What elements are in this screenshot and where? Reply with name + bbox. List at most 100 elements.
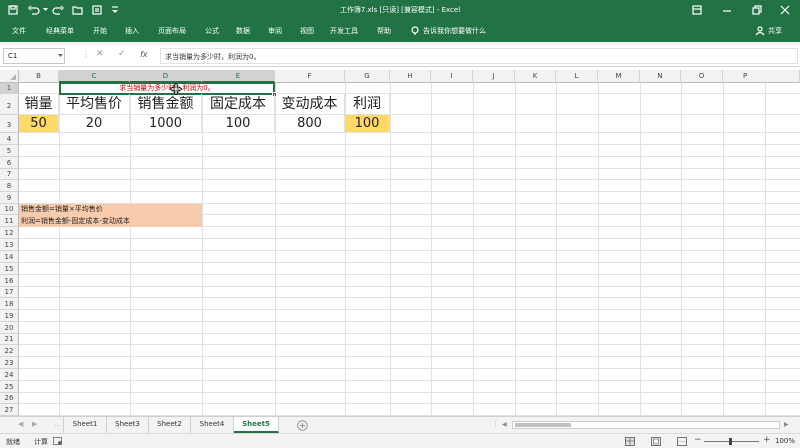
name-box-dropdown-icon[interactable] [58, 54, 63, 58]
cell-C3[interactable]: 20 [59, 115, 130, 133]
column-header-N[interactable]: N [640, 70, 681, 83]
name-box[interactable]: C1 [3, 48, 65, 64]
column-header-B[interactable]: B [19, 70, 59, 83]
prev-sheet-icon[interactable]: ◀ [18, 420, 23, 428]
cell-E3[interactable]: 100 [202, 115, 275, 133]
column-header-F[interactable]: F [275, 70, 345, 83]
insert-function-icon[interactable]: fx [140, 50, 148, 59]
select-all-corner[interactable] [0, 70, 19, 83]
column-header-P[interactable]: P [723, 70, 800, 83]
customize-toolbar-icon[interactable] [111, 5, 119, 15]
minimize-icon[interactable] [722, 5, 732, 15]
next-sheet-icon[interactable]: ▶ [32, 420, 37, 428]
cell-G2[interactable]: 利润 [345, 94, 390, 115]
sheet-tab-sheet3[interactable]: Sheet3 [107, 417, 149, 433]
tab-formulas[interactable]: 公式 [205, 26, 219, 36]
row-header-16[interactable]: 16 [0, 275, 19, 287]
column-header-G[interactable]: G [345, 70, 390, 83]
row-header-17[interactable]: 17 [0, 287, 19, 298]
zoom-in-icon[interactable]: + [763, 435, 771, 445]
row-header-7[interactable]: 7 [0, 169, 19, 180]
row-header-24[interactable]: 24 [0, 369, 19, 381]
cell-D2[interactable]: 销售金额 [130, 94, 202, 115]
share-user-icon[interactable] [755, 26, 765, 36]
status-calculate[interactable]: 计算 [34, 437, 48, 447]
cell-E2[interactable]: 固定成本 [202, 94, 275, 115]
cell-G3[interactable]: 100 [345, 115, 390, 133]
row-header-8[interactable]: 8 [0, 180, 19, 192]
scroll-left-icon[interactable]: ◀ [502, 421, 507, 428]
cell-D3[interactable]: 1000 [130, 115, 202, 133]
tab-developer[interactable]: 开发工具 [330, 26, 358, 36]
row-header-5[interactable]: 5 [0, 145, 19, 157]
undo-icon[interactable] [28, 5, 40, 15]
column-header-J[interactable]: J [473, 70, 515, 83]
row-header-19[interactable]: 19 [0, 310, 19, 322]
column-header-O[interactable]: O [681, 70, 723, 83]
row-header-18[interactable]: 18 [0, 298, 19, 310]
row-header-21[interactable]: 21 [0, 334, 19, 345]
page-layout-view-icon[interactable] [651, 437, 661, 446]
scroll-right-icon[interactable]: ▶ [784, 421, 789, 428]
column-header-M[interactable]: M [598, 70, 640, 83]
row-header-26[interactable]: 26 [0, 393, 19, 404]
macro-record-icon[interactable] [53, 437, 63, 446]
row-header-1[interactable]: 1 [0, 83, 19, 94]
tab-help[interactable]: 帮助 [377, 26, 391, 36]
row-header-20[interactable]: 20 [0, 322, 19, 334]
row-header-27[interactable]: 27 [0, 404, 19, 416]
hscroll-split-icon[interactable]: ⋮ [492, 420, 499, 428]
sheet-tab-sheet2[interactable]: Sheet2 [149, 417, 191, 433]
ribbon-display-icon[interactable] [692, 5, 702, 15]
row-header-13[interactable]: 13 [0, 239, 19, 251]
cell-B3[interactable]: 50 [19, 115, 59, 133]
row-header-6[interactable]: 6 [0, 157, 19, 169]
restore-icon[interactable] [752, 5, 762, 15]
cell-C2[interactable]: 平均售价 [59, 94, 130, 115]
row-header-2[interactable]: 2 [0, 94, 19, 115]
tab-file[interactable]: 文件 [12, 26, 26, 36]
horizontal-scrollbar[interactable] [512, 421, 780, 429]
column-header-L[interactable]: L [556, 70, 598, 83]
enter-icon[interactable]: ✓ [118, 49, 126, 59]
cell-F3[interactable]: 800 [275, 115, 345, 133]
cell-F2[interactable]: 变动成本 [275, 94, 345, 115]
sheet-tab-sheet4[interactable]: Sheet4 [191, 417, 234, 433]
column-header-I[interactable]: I [431, 70, 473, 83]
row-header-10[interactable]: 10 [0, 204, 19, 215]
formula-input[interactable]: 求当销量为多少时，利润为0。 [160, 48, 798, 64]
tab-data[interactable]: 数据 [236, 26, 250, 36]
add-sheet-icon[interactable] [297, 420, 308, 431]
tab-review[interactable]: 审阅 [268, 26, 282, 36]
tab-home[interactable]: 开始 [93, 26, 107, 36]
open-folder-icon[interactable] [72, 5, 83, 15]
close-icon[interactable] [780, 5, 790, 15]
page-break-view-icon[interactable] [677, 437, 687, 446]
row-header-23[interactable]: 23 [0, 357, 19, 369]
cell-B2[interactable]: 销量 [19, 94, 59, 115]
row-header-14[interactable]: 14 [0, 251, 19, 263]
sheet-list-ellipsis-icon[interactable]: … [54, 420, 61, 428]
row-header-25[interactable]: 25 [0, 381, 19, 393]
zoom-slider-thumb[interactable] [729, 438, 732, 445]
row-header-11[interactable]: 11 [0, 215, 19, 227]
column-header-K[interactable]: K [515, 70, 556, 83]
zoom-slider[interactable] [704, 438, 759, 445]
zoom-level[interactable]: 100% [775, 437, 795, 445]
row-header-22[interactable]: 22 [0, 345, 19, 357]
tab-view[interactable]: 视图 [300, 26, 314, 36]
print-preview-icon[interactable] [92, 5, 103, 15]
row-header-9[interactable]: 9 [0, 192, 19, 204]
save-icon[interactable] [8, 5, 18, 15]
tab-classic-menu[interactable]: 经典菜单 [46, 26, 74, 36]
horizontal-scroll-thumb[interactable] [515, 423, 571, 427]
row-header-4[interactable]: 4 [0, 133, 19, 145]
sheet-tab-sheet5[interactable]: Sheet5 [234, 417, 279, 433]
share-button[interactable]: 共享 [768, 26, 782, 36]
sheet-tab-sheet1[interactable]: Sheet1 [63, 417, 107, 433]
column-header-H[interactable]: H [390, 70, 431, 83]
tell-me-search[interactable]: 告诉我你想要做什么 [423, 26, 486, 36]
cell-B11-note[interactable]: 利润=销售金额-固定成本-变动成本 [19, 215, 202, 227]
zoom-out-icon[interactable]: − [694, 435, 702, 445]
row-header-12[interactable]: 12 [0, 227, 19, 239]
